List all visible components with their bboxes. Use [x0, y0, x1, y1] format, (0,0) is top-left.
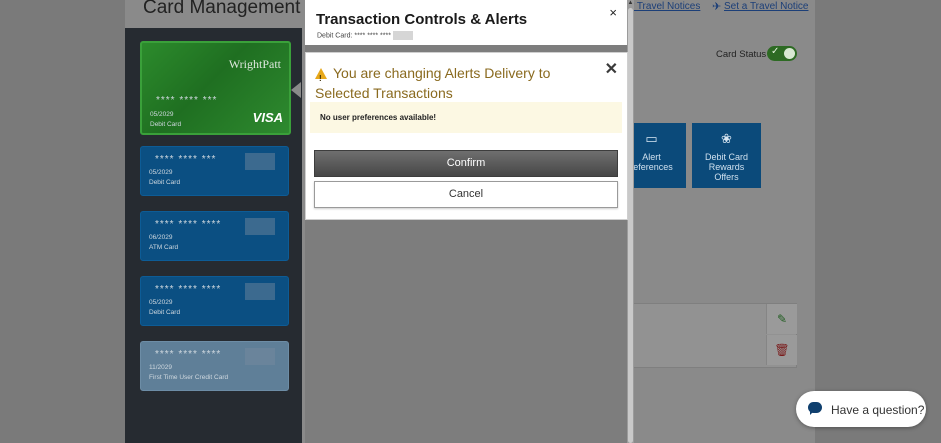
modal-title: Transaction Controls & Alerts [316, 11, 528, 28]
modal-subtitle: Debit Card: **** **** **** [317, 31, 413, 40]
card-expiry: 05/2029 [149, 299, 173, 306]
scrollbar-thumb[interactable] [628, 8, 633, 443]
card-status-label: Card Status [716, 49, 767, 60]
tile-label: Alert references [630, 152, 673, 172]
card-expiry: 05/2029 [149, 169, 173, 176]
close-icon[interactable]: × [609, 5, 617, 20]
visa-logo: VISA [252, 110, 283, 125]
card-item[interactable]: WrightPatt **** **** *** 05/2029 Debit C… [140, 41, 291, 135]
confirmation-dialog: You are changing Alerts Delivery to Sele… [305, 52, 628, 220]
card-item[interactable]: **** **** **** 06/2029 ATM Card [140, 211, 289, 261]
dialog-heading-text: You are changing Alerts Delivery to Sele… [315, 65, 551, 101]
set-travel-notice-link[interactable]: Set a Travel Notice [724, 1, 808, 12]
chat-button[interactable]: Have a question? [796, 391, 926, 427]
card-number: **** **** *** [155, 154, 217, 165]
card-type: Debit Card [149, 179, 181, 186]
masked-digits [392, 31, 413, 40]
card-expiry: 06/2029 [149, 234, 173, 241]
modal-scrollbar[interactable] [627, 0, 634, 443]
card-expiry: 11/2029 [149, 364, 173, 371]
card-status-toggle[interactable]: ✓ [767, 46, 797, 61]
modal-header: Transaction Controls & Alerts Debit Card… [305, 0, 627, 45]
tile-label: Debit Card Rewards Offers [704, 152, 749, 182]
edit-icon[interactable]: ✎ [766, 304, 797, 334]
chat-bubble-icon [808, 402, 822, 415]
card-number: **** **** *** [156, 95, 218, 106]
cancel-button[interactable]: Cancel [314, 181, 618, 208]
warning-icon [315, 68, 327, 89]
scroll-up-arrow-icon[interactable]: ▲ [627, 0, 634, 8]
card-number: **** **** **** [155, 284, 222, 295]
trash-icon[interactable]: 🗑 [766, 335, 797, 365]
card-item[interactable]: **** **** *** 05/2029 Debit Card [140, 146, 289, 196]
card-type: ATM Card [149, 244, 179, 251]
masked-digits [245, 283, 275, 300]
notice-message: No user preferences available! [310, 102, 622, 133]
airplane-icon: ✈ [712, 1, 722, 13]
travel-notices-link[interactable]: w Travel Notices [627, 1, 700, 12]
card-type: Debit Card [149, 309, 181, 316]
card-number: **** **** **** [155, 349, 222, 360]
card-number-masked: Debit Card: **** **** **** [317, 32, 391, 40]
close-icon[interactable]: ✕ [605, 59, 618, 79]
masked-digits [245, 348, 275, 365]
card-number: **** **** **** [155, 219, 222, 230]
card-item[interactable]: **** **** **** 11/2029 First Time User C… [140, 341, 289, 391]
page-title: Card Management [143, 0, 301, 18]
chat-label: Have a question? [831, 403, 925, 417]
bank-logo: WrightPatt [228, 57, 281, 71]
dialog-heading: You are changing Alerts Delivery to Sele… [315, 63, 605, 103]
message-icon: ▭ [645, 131, 658, 146]
card-type: First Time User Credit Card [149, 374, 229, 381]
confirm-button[interactable]: Confirm [314, 150, 618, 177]
card-expiry: 05/2029 [150, 111, 174, 118]
selection-pointer [291, 82, 301, 98]
debit-card-rewards-tile[interactable]: ❀ Debit Card Rewards Offers [692, 123, 761, 188]
masked-digits [245, 153, 275, 170]
masked-digits [245, 218, 275, 235]
card-type: Debit Card [150, 121, 182, 128]
card-item[interactable]: **** **** **** 05/2029 Debit Card [140, 276, 289, 326]
award-ribbon-icon: ❀ [721, 131, 732, 146]
check-icon: ✓ [771, 46, 780, 57]
toggle-knob [784, 48, 795, 59]
